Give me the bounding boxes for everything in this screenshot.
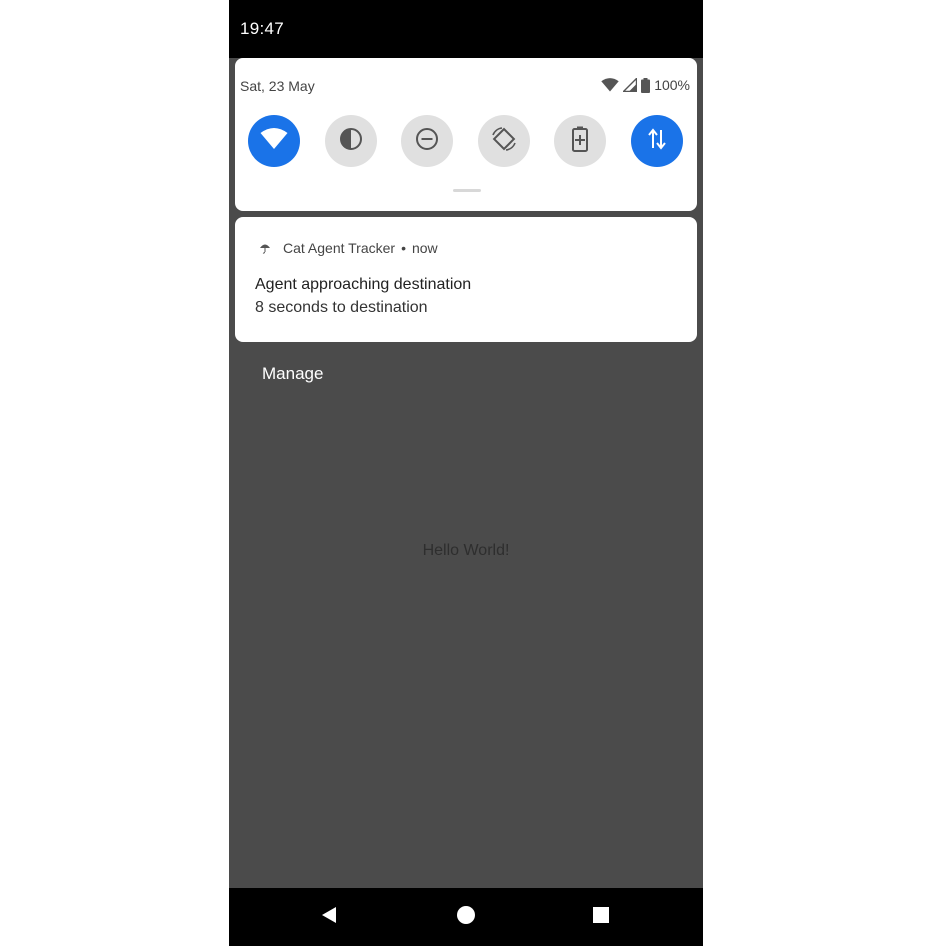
tile-auto-rotate[interactable] bbox=[478, 115, 530, 167]
mobile-data-icon bbox=[647, 127, 667, 156]
umbrella-icon bbox=[259, 242, 271, 254]
tile-mobile-data[interactable] bbox=[631, 115, 683, 167]
auto-rotate-icon bbox=[491, 126, 517, 157]
recents-icon bbox=[592, 906, 610, 929]
battery-saver-icon bbox=[572, 126, 588, 157]
header-separator: • bbox=[401, 240, 406, 256]
expand-handle[interactable] bbox=[453, 189, 481, 192]
manage-button[interactable]: Manage bbox=[262, 364, 323, 384]
home-button[interactable] bbox=[454, 905, 478, 929]
tile-battery-saver[interactable] bbox=[554, 115, 606, 167]
status-time: 19:47 bbox=[240, 19, 285, 38]
tile-invert-colors[interactable] bbox=[325, 115, 377, 167]
notification-title: Agent approaching destination bbox=[255, 276, 472, 293]
notification-card[interactable]: Cat Agent Tracker • now Agent approachin… bbox=[235, 217, 697, 342]
qs-date[interactable]: Sat, 23 May bbox=[240, 78, 315, 94]
tile-do-not-disturb[interactable] bbox=[401, 115, 453, 167]
cell-signal-icon bbox=[623, 78, 638, 92]
invert-colors-icon bbox=[339, 127, 363, 156]
battery-percent: 100% bbox=[654, 77, 690, 93]
recents-button[interactable] bbox=[589, 905, 613, 929]
qs-status-icons: 100% bbox=[601, 77, 690, 93]
notification-header: Cat Agent Tracker • now bbox=[259, 240, 438, 256]
quick-settings-panel: Sat, 23 May 100% bbox=[235, 58, 697, 211]
notification-text: 8 seconds to destination bbox=[255, 299, 428, 316]
notification-time: now bbox=[411, 240, 438, 256]
back-button[interactable] bbox=[317, 905, 341, 929]
hello-text: Hello World! bbox=[422, 542, 510, 559]
battery-icon bbox=[641, 77, 651, 93]
home-icon bbox=[456, 905, 476, 930]
wifi-icon bbox=[260, 127, 288, 155]
quick-settings-tiles bbox=[248, 115, 684, 167]
tile-wifi[interactable] bbox=[248, 115, 300, 167]
navigation-bar bbox=[229, 888, 703, 946]
phone-screen: Hello World! 19:47 Sat, 23 May 100% Cat … bbox=[229, 0, 703, 946]
wifi-signal-icon bbox=[601, 78, 619, 92]
back-icon bbox=[320, 906, 338, 929]
status-bar: 19:47 bbox=[229, 0, 703, 58]
do-not-disturb-icon bbox=[415, 127, 439, 156]
notification-app-name: Cat Agent Tracker bbox=[283, 240, 396, 256]
